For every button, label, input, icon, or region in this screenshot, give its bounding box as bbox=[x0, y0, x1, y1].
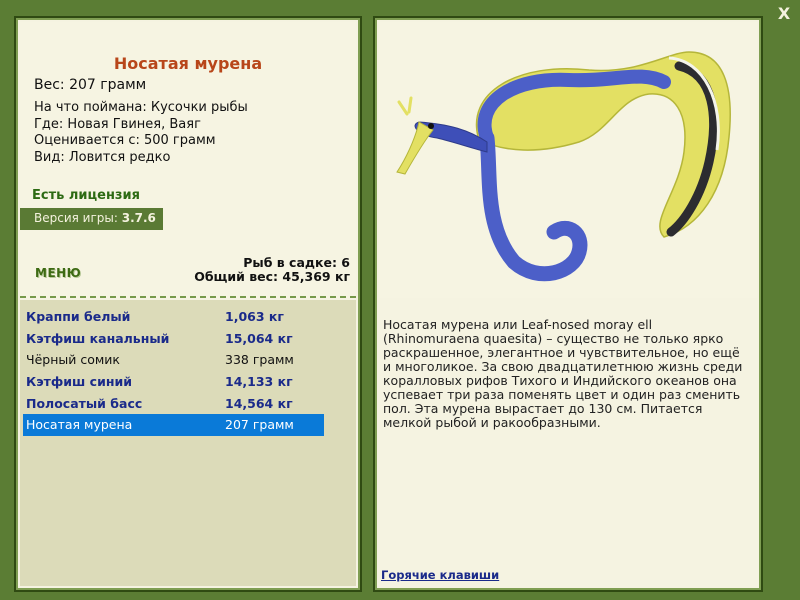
detail-rarity: Вид: Ловится редко bbox=[34, 149, 171, 165]
list-item[interactable]: Краппи белый 1,063 кг bbox=[23, 306, 324, 328]
description-panel: Носатая мурена или Leaf-nosed moray ell … bbox=[373, 16, 763, 592]
catch-weight: 207 грамм bbox=[225, 417, 294, 433]
eel-eye bbox=[428, 123, 434, 129]
list-item[interactable]: Полосатый басс 14,564 кг bbox=[23, 392, 324, 414]
list-item[interactable]: Кэтфиш канальный 15,064 кг bbox=[23, 328, 324, 350]
eel-nostril bbox=[397, 96, 413, 116]
catch-name: Носатая мурена bbox=[26, 417, 133, 433]
list-item[interactable]: Чёрный сомик 338 грамм bbox=[23, 349, 324, 371]
fish-title: Носатая мурена bbox=[113, 54, 263, 73]
catch-name: Краппи белый bbox=[26, 309, 131, 325]
catch-name: Кэтфиш синий bbox=[26, 374, 132, 390]
fish-description: Носатая мурена или Leaf-nosed moray ell … bbox=[383, 317, 743, 430]
fish-weight: Вес: 207 грамм bbox=[34, 77, 147, 93]
list-item[interactable]: Кэтфиш синий 14,133 кг bbox=[23, 371, 324, 393]
hotkeys-link[interactable]: Горячие клавиши bbox=[381, 568, 499, 582]
detail-bait: На что поймана: Кусочки рыбы bbox=[34, 100, 248, 115]
catch-list: Краппи белый 1,063 кг Кэтфиш канальный 1… bbox=[23, 306, 324, 436]
fish-info: Носатая мурена Вес: 207 грамм На что пой… bbox=[20, 22, 356, 298]
fish-count: Рыб в садке: 6 bbox=[243, 255, 350, 270]
detail-location: Где: Новая Гвинея, Ваяг bbox=[34, 116, 201, 132]
catch-weight: 14,564 кг bbox=[225, 395, 293, 411]
catch-panel: Краппи белый 1,063 кг Кэтфиш канальный 1… bbox=[20, 300, 356, 586]
catch-weight: 15,064 кг bbox=[225, 330, 293, 346]
catch-weight: 1,063 кг bbox=[225, 309, 284, 325]
version-label: Версия игры: bbox=[34, 211, 118, 225]
eel-blue-tail bbox=[479, 130, 588, 282]
version-value: 3.7.6 bbox=[121, 211, 156, 225]
fish-image bbox=[379, 22, 757, 298]
version-bar: Версия игры: 3.7.6 bbox=[20, 208, 163, 230]
license-status: Есть лицензия bbox=[32, 188, 140, 203]
catch-name: Чёрный сомик bbox=[26, 352, 120, 368]
keepnet-summary: Рыб в садке: 6 Общий вес: 45,369 кг bbox=[194, 256, 350, 284]
info-panel: Носатая мурена Вес: 207 грамм На что пой… bbox=[14, 16, 362, 592]
catch-name: Полосатый басс bbox=[26, 395, 143, 411]
total-weight: Общий вес: 45,369 кг bbox=[194, 269, 350, 284]
catch-weight: 338 грамм bbox=[225, 352, 294, 368]
menu-button[interactable]: МЕНЮ bbox=[35, 266, 81, 280]
list-item[interactable]: Носатая мурена 207 грамм bbox=[23, 413, 324, 436]
moray-eel-image bbox=[396, 51, 731, 282]
detail-value: Оценивается с: 500 грамм bbox=[34, 133, 216, 148]
catch-name: Кэтфиш канальный bbox=[26, 330, 170, 346]
divider bbox=[20, 296, 356, 298]
eel-jaw bbox=[396, 121, 434, 175]
catch-weight: 14,133 кг bbox=[225, 374, 293, 390]
fish-details: На что поймана: Кусочки рыбы Где: Новая … bbox=[34, 100, 248, 166]
close-button[interactable]: X bbox=[774, 4, 794, 24]
